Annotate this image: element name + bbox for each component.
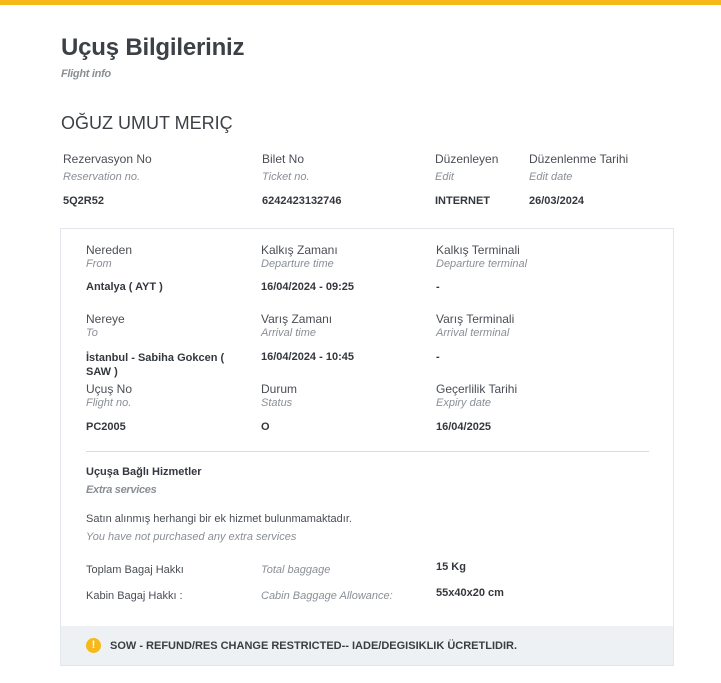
arrival-terminal-value: - — [436, 351, 440, 363]
status-label: Durum — [261, 382, 298, 396]
cabin-baggage-label: Kabin Bagaj Hakkı : — [86, 590, 183, 602]
flight-no-label: Uçuş No — [86, 382, 133, 396]
from-value: Antalya ( AYT ) — [86, 281, 163, 293]
status-sublabel: Status — [261, 397, 293, 409]
from-sublabel: From — [86, 258, 112, 270]
editor-sublabel: Edit — [435, 171, 454, 183]
status-value: O — [261, 421, 270, 433]
extra-services-title: Uçuşa Bağlı Hizmetler — [86, 466, 202, 478]
cabin-baggage-sublabel: Cabin Baggage Allowance: — [261, 590, 393, 602]
top-accent-bar — [0, 0, 721, 5]
total-baggage-value: 15 Kg — [436, 561, 466, 573]
departure-terminal-value: - — [436, 281, 440, 293]
section-divider — [86, 451, 649, 452]
cabin-baggage-value: 55x40x20 cm — [436, 587, 504, 599]
page-subtitle: Flight info — [61, 68, 111, 80]
departure-time-label: Kalkış Zamanı — [261, 243, 338, 257]
passenger-name: OĞUZ UMUT MERIÇ — [61, 113, 233, 133]
total-baggage-label: Toplam Bagaj Hakkı — [86, 564, 184, 576]
ticket-no-value: 6242423132746 — [262, 195, 342, 207]
departure-time-sublabel: Departure time — [261, 258, 334, 270]
expiry-date-value: 16/04/2025 — [436, 421, 492, 433]
departure-terminal-label: Kalkış Terminali — [436, 243, 520, 257]
expiry-date-sublabel: Expiry date — [436, 397, 492, 409]
arrival-terminal-label: Varış Terminali — [436, 312, 515, 326]
edit-date-value: 26/03/2024 — [529, 195, 585, 207]
reservation-no-sublabel: Reservation no. — [63, 171, 141, 183]
arrival-terminal-sublabel: Arrival terminal — [436, 327, 510, 339]
arrival-time-value: 16/04/2024 - 10:45 — [261, 351, 354, 363]
from-label: Nereden — [86, 243, 133, 257]
departure-terminal-sublabel: Departure terminal — [436, 258, 528, 270]
extra-services-none-text: Satın alınmış herhangi bir ek hizmet bul… — [86, 513, 352, 525]
reservation-no-value: 5Q2R52 — [63, 195, 104, 207]
to-value: İstanbul - Sabiha Gokcen ( SAW ) — [86, 352, 225, 378]
flight-no-value: PC2005 — [86, 421, 126, 433]
edit-date-sublabel: Edit date — [529, 171, 573, 183]
ticket-no-sublabel: Ticket no. — [262, 171, 310, 183]
edit-date-label: Düzenlenme Tarihi — [529, 152, 629, 166]
extra-services-none-sub: You have not purchased any extra service… — [86, 531, 297, 543]
editor-label: Düzenleyen — [435, 152, 499, 166]
reservation-no-label: Rezervasyon No — [63, 152, 152, 166]
arrival-time-sublabel: Arrival time — [261, 327, 317, 339]
expiry-date-label: Geçerlilik Tarihi — [436, 382, 518, 396]
to-label: Nereye — [86, 312, 125, 326]
fare-rule-notice-text: SOW - REFUND/RES CHANGE RESTRICTED-- IAD… — [110, 640, 518, 652]
page-title: Uçuş Bilgileriniz — [61, 34, 245, 61]
extra-services-subtitle: Extra services — [86, 484, 157, 496]
to-sublabel: To — [86, 327, 98, 339]
ticket-no-label: Bilet No — [262, 152, 305, 166]
departure-time-value: 16/04/2024 - 09:25 — [261, 281, 354, 293]
total-baggage-sublabel: Total baggage — [261, 564, 331, 576]
warning-icon: ! — [86, 638, 101, 653]
arrival-time-label: Varış Zamanı — [261, 312, 333, 326]
editor-value: INTERNET — [435, 195, 490, 207]
flight-no-sublabel: Flight no. — [86, 397, 132, 409]
